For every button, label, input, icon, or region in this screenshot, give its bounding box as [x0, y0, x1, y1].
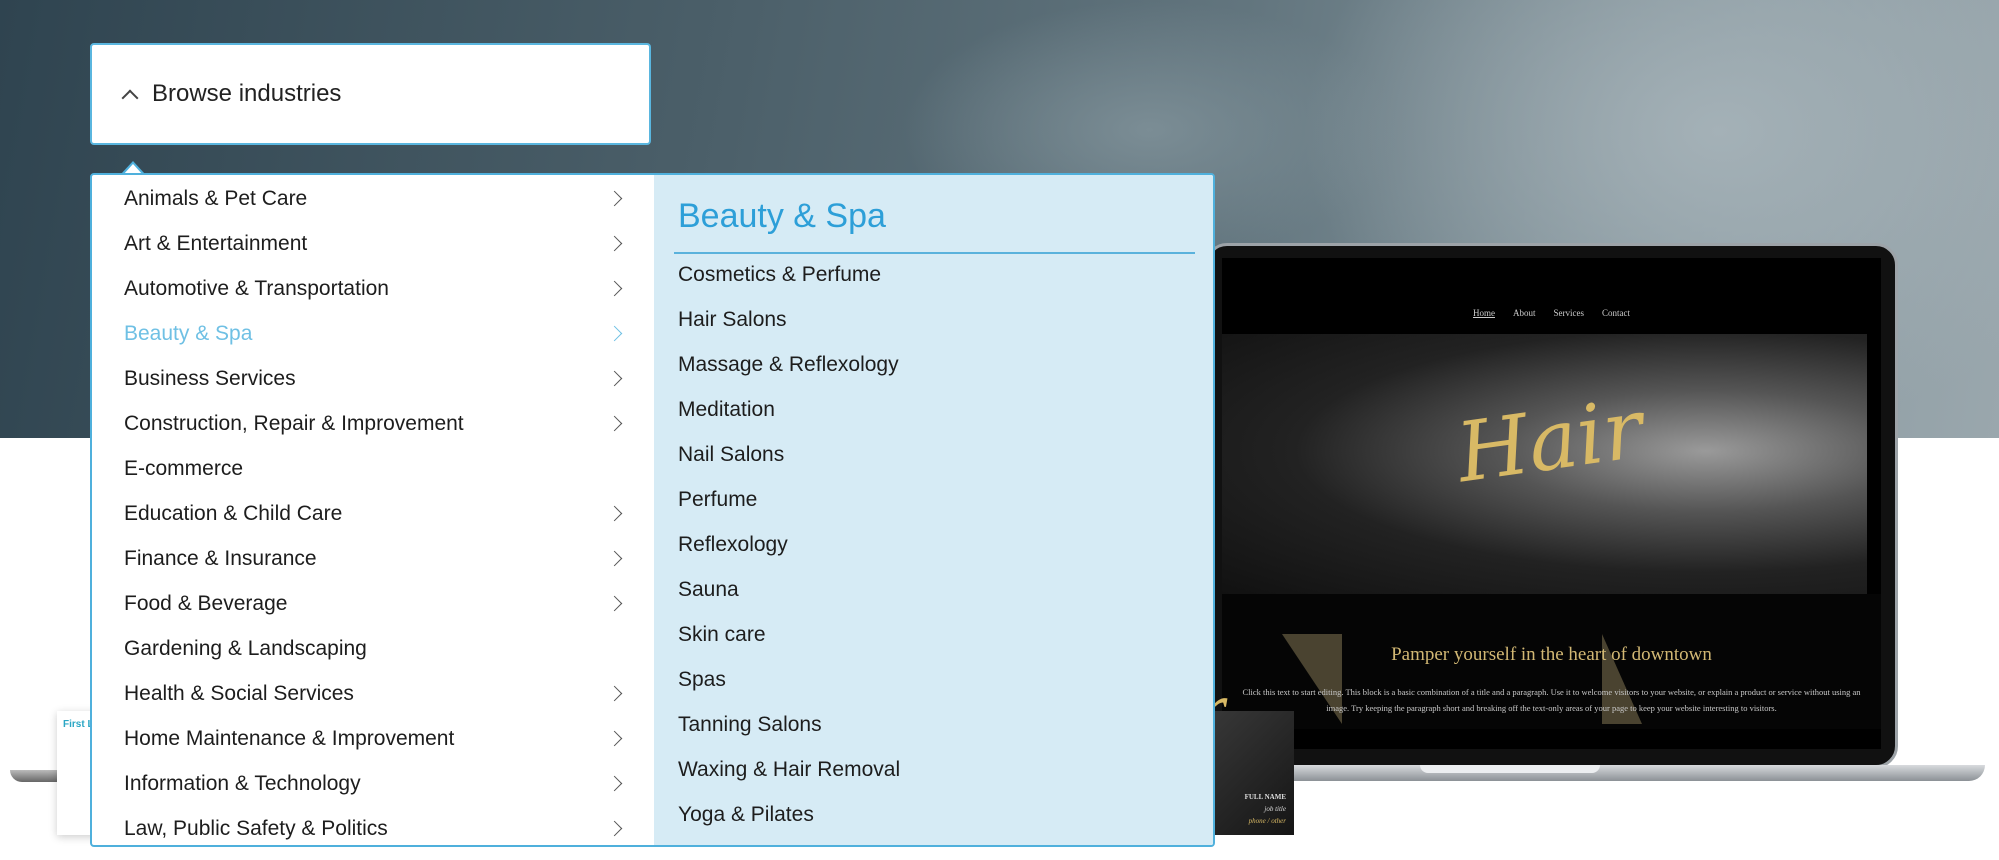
category-label: Food & Beverage	[124, 592, 288, 615]
preview-nav-about: About	[1513, 308, 1536, 318]
website-preview: Home About Services Contact Hair Pamper you…	[1222, 258, 1881, 749]
category-item[interactable]: E-commerce	[124, 449, 634, 489]
category-item[interactable]: Animals & Pet Care	[124, 179, 634, 219]
category-item[interactable]: Law, Public Safety & Politics	[124, 809, 634, 845]
subcategory-item[interactable]: Cosmetics & Perfume	[678, 255, 881, 295]
chevron-right-icon	[606, 190, 623, 207]
chevron-right-icon	[606, 595, 623, 612]
category-label: Health & Social Services	[124, 682, 354, 705]
category-label: Information & Technology	[124, 772, 361, 795]
category-list: Animals & Pet Care Art & Entertainment Aut…	[92, 175, 654, 845]
industries-dropdown: Animals & Pet Care Art & Entertainment Aut…	[90, 173, 1215, 847]
category-item[interactable]: Automotive & Transportation	[124, 269, 634, 309]
preview-nav: Home About Services Contact	[1222, 308, 1881, 318]
preview-nav-home: Home	[1473, 308, 1495, 318]
preview-hero-photo: Hair	[1222, 334, 1867, 594]
preview-paragraph: Click this text to start editing. This b…	[1242, 687, 1861, 713]
preview-heading: Pamper yourself in the heart of downtown	[1391, 644, 1712, 665]
subcategory-item[interactable]: Yoga & Pilates	[678, 795, 814, 835]
category-label: Art & Entertainment	[124, 232, 308, 255]
chevron-right-icon	[606, 415, 623, 432]
category-label: E-commerce	[124, 457, 244, 480]
category-item[interactable]: Art & Entertainment	[124, 224, 634, 264]
category-item[interactable]: Information & Technology	[124, 764, 634, 804]
chevron-right-icon	[606, 280, 623, 297]
category-item[interactable]: Business Services	[124, 359, 634, 399]
preview-hero-word: Hair	[1451, 381, 1649, 502]
category-item[interactable]: Home Maintenance & Improvement	[124, 719, 634, 759]
preview-text-block: Pamper yourself in the heart of downtown…	[1222, 594, 1881, 729]
subcategory-item[interactable]: Massage & Reflexology	[678, 345, 899, 385]
chevron-up-icon	[121, 89, 139, 107]
subcategory-item[interactable]: Spas	[678, 660, 726, 700]
chevron-right-icon	[606, 370, 623, 387]
category-label: Law, Public Safety & Politics	[124, 817, 388, 840]
subcategory-item[interactable]: Skin care	[678, 615, 766, 655]
category-item[interactable]: Beauty & Spa	[124, 314, 634, 354]
subcategory-item[interactable]: Hair Salons	[678, 300, 787, 340]
category-label: Automotive & Transportation	[124, 277, 389, 300]
subcategory-item[interactable]: Tanning Salons	[678, 705, 822, 745]
subcategory-item[interactable]: Nail Salons	[678, 435, 784, 475]
preview-nav-contact: Contact	[1602, 308, 1630, 318]
chevron-right-icon	[606, 730, 623, 747]
category-label: Finance & Insurance	[124, 547, 317, 570]
chevron-right-icon	[606, 775, 623, 792]
chevron-right-icon	[606, 685, 623, 702]
subcategory-panel: Beauty & Spa Cosmetics & Perfume Hair Sal…	[654, 175, 1213, 845]
subcategory-item[interactable]: Perfume	[678, 480, 757, 520]
category-item[interactable]: Finance & Insurance	[124, 539, 634, 579]
browse-industries-label: Browse industries	[152, 80, 342, 107]
category-label: Home Maintenance & Improvement	[124, 727, 455, 750]
category-label: Beauty & Spa	[124, 322, 253, 345]
category-label: Construction, Repair & Improvement	[124, 412, 464, 435]
chevron-right-icon	[606, 820, 623, 837]
category-item[interactable]: Health & Social Services	[124, 674, 634, 714]
preview-nav-services: Services	[1553, 308, 1585, 318]
category-item[interactable]: Education & Child Care	[124, 494, 634, 534]
chevron-right-icon	[606, 325, 623, 342]
category-label: Education & Child Care	[124, 502, 343, 525]
laptop-preview: Home About Services Contact Hair Pamper you…	[1205, 243, 1898, 768]
subcategory-divider	[674, 252, 1195, 254]
category-label: Animals & Pet Care	[124, 187, 308, 210]
category-label: Gardening & Landscaping	[124, 637, 367, 660]
browse-industries-button[interactable]: Browse industries	[90, 43, 651, 145]
category-item[interactable]: Construction, Repair & Improvement	[124, 404, 634, 444]
laptop-notch	[1420, 765, 1600, 773]
subcategory-item[interactable]: Waxing & Hair Removal	[678, 750, 900, 790]
subcategory-item[interactable]: Meditation	[678, 390, 775, 430]
category-item[interactable]: Gardening & Landscaping	[124, 629, 634, 669]
chevron-right-icon	[606, 550, 623, 567]
category-label: Business Services	[124, 367, 296, 390]
subcategory-item[interactable]: Reflexology	[678, 525, 788, 565]
chevron-right-icon	[606, 505, 623, 522]
subcategory-title: Beauty & Spa	[678, 197, 886, 235]
subcategory-item[interactable]: Sauna	[678, 570, 739, 610]
chevron-right-icon	[606, 235, 623, 252]
category-item[interactable]: Food & Beverage	[124, 584, 634, 624]
